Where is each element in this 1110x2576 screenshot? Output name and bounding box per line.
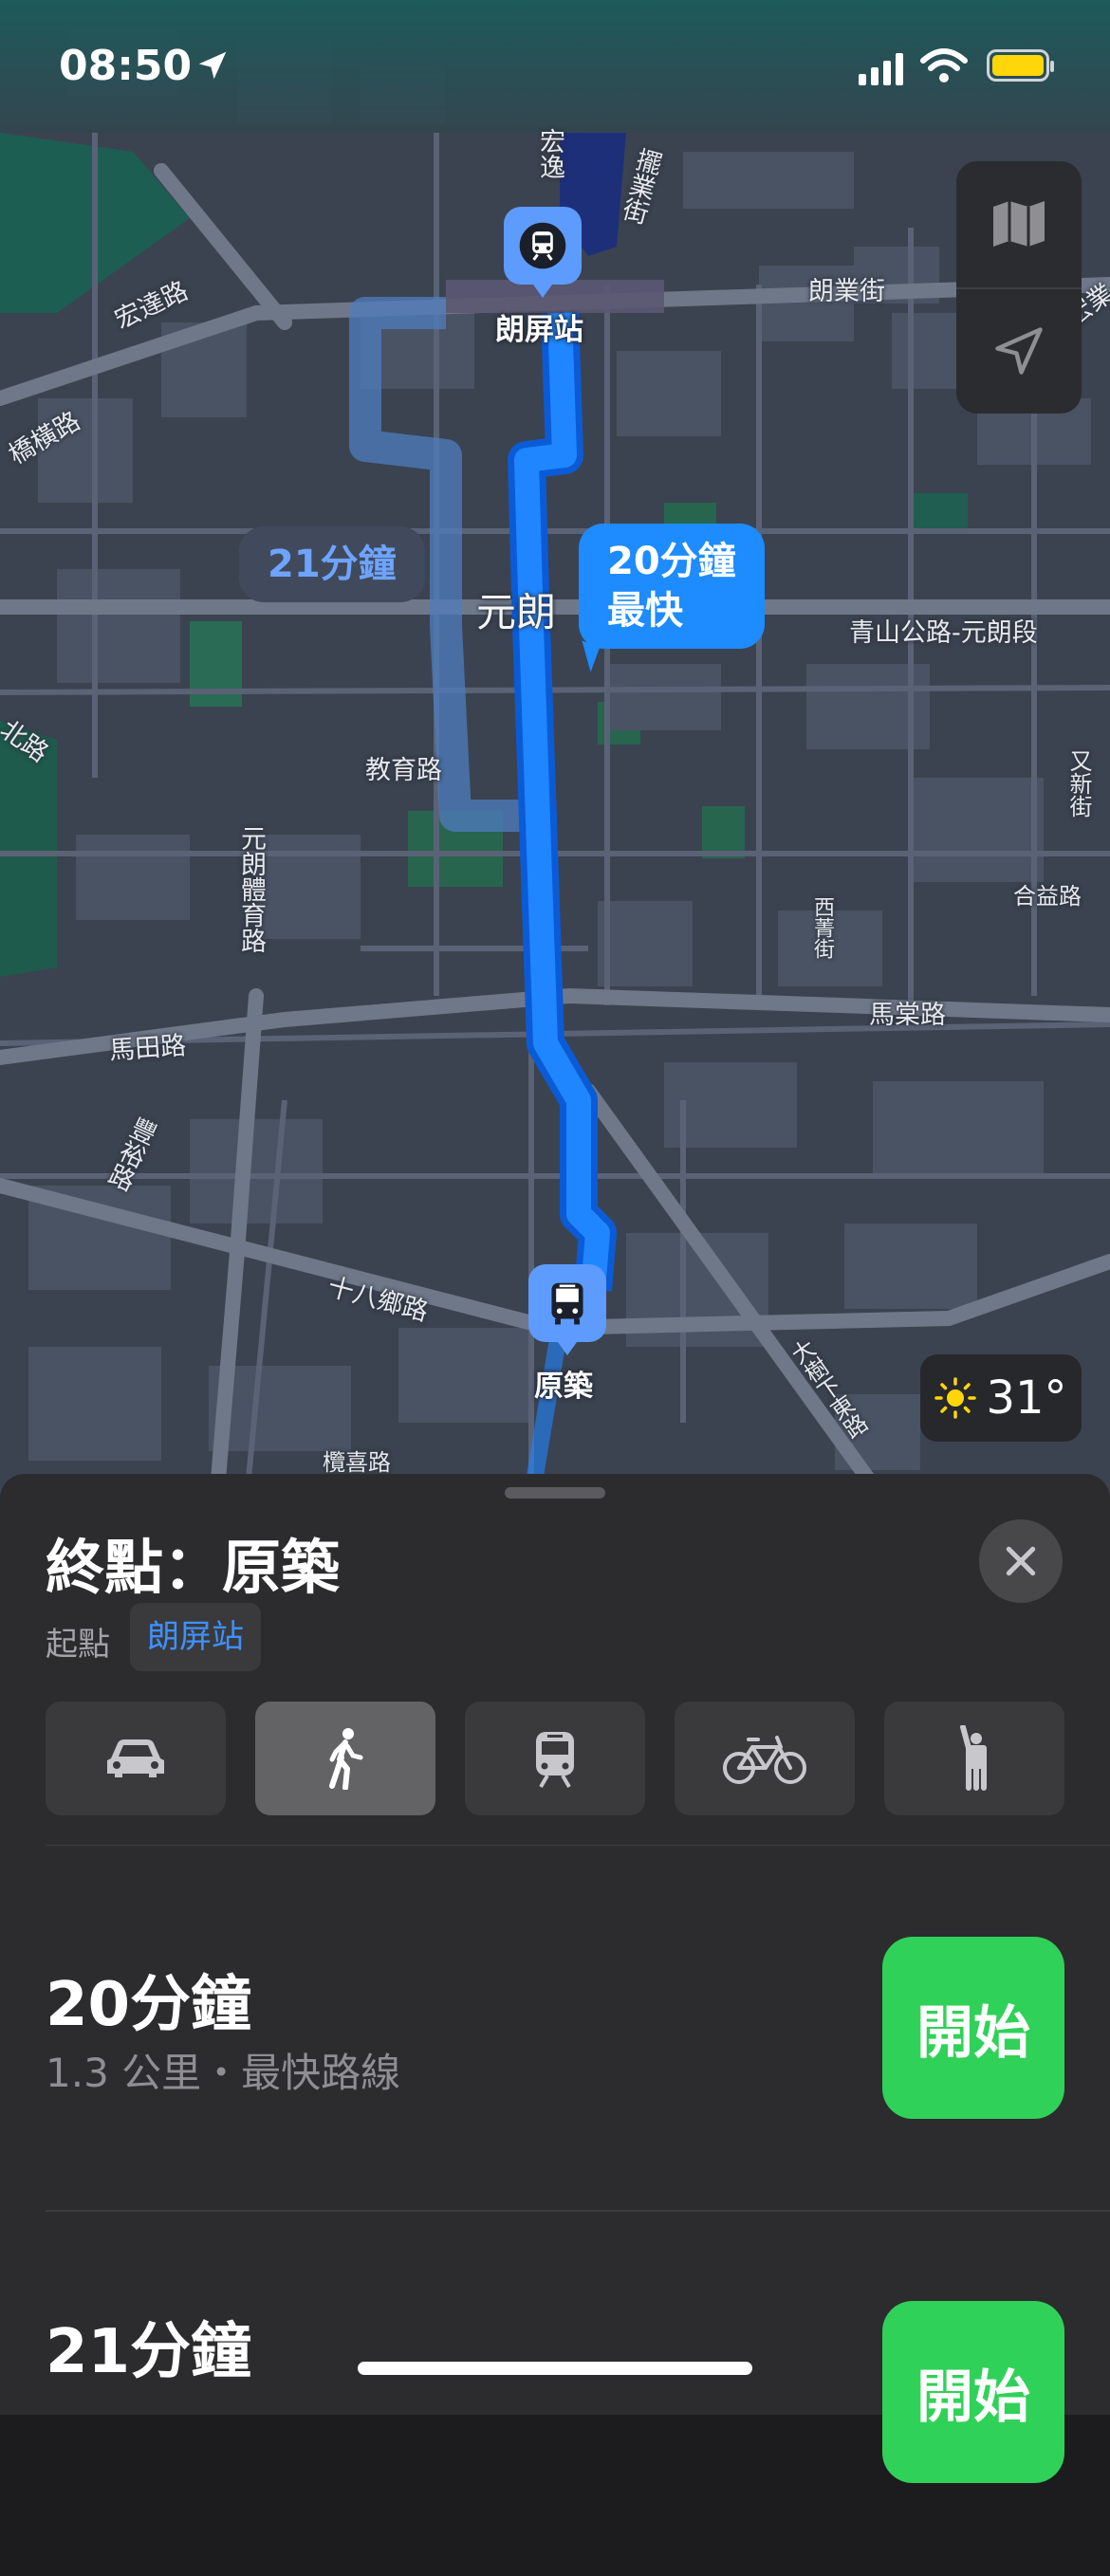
map-view[interactable]: 08:50 宏達路 宏逸 擺業街 朗業街 宏業 橋橫路 元朗 青山公路-元朗段 … <box>0 0 1110 1499</box>
transport-mode-selector <box>46 1702 1064 1817</box>
route-details: 1.3 公里・最快路線 <box>46 2050 401 2096</box>
fastest-route-time: 20分鐘 <box>607 540 736 583</box>
walk-icon <box>329 1728 363 1790</box>
close-button[interactable] <box>979 1519 1063 1603</box>
car-icon <box>107 1739 164 1777</box>
fastest-route-note: 最快 <box>607 589 683 633</box>
mode-rideshare-button[interactable] <box>884 1702 1064 1815</box>
route-list: 20分鐘 1.3 公里・最快路線 開始 21分鐘 開始 <box>0 1846 1110 2483</box>
origin-field[interactable]: 朗屏站 <box>130 1603 261 1671</box>
map-label-district: 元朗 <box>476 589 557 635</box>
map-label: 合益路 <box>1013 883 1082 910</box>
map-label: 教育路 <box>365 756 442 785</box>
weather-badge: 31° <box>920 1354 1082 1442</box>
route-duration: 20分鐘 <box>46 1970 252 2040</box>
start-station-label: 朗屏站 <box>495 313 583 347</box>
start-station-pin[interactable] <box>504 207 582 298</box>
origin-label: 起點 <box>46 1626 110 1664</box>
map-controls <box>956 161 1082 414</box>
home-indicator[interactable] <box>358 2362 752 2375</box>
start-route-button[interactable]: 開始 <box>882 2301 1064 2483</box>
map-label: 青山公路-元朗段 <box>849 618 1038 648</box>
map-label: 馬田路 <box>108 1031 188 1066</box>
map-label: 馬棠路 <box>869 1001 946 1030</box>
train-icon <box>519 222 566 269</box>
location-arrow-icon <box>995 327 1043 375</box>
mode-transit-button[interactable] <box>465 1702 645 1815</box>
map-label: 宏逸 <box>535 128 564 179</box>
destination-stop-label: 原築 <box>534 1370 593 1404</box>
map-mode-button[interactable] <box>956 161 1082 286</box>
route-option[interactable]: 21分鐘 開始 <box>0 2212 1110 2576</box>
battery-icon <box>987 49 1054 82</box>
status-time: 08:50 <box>59 42 193 90</box>
directions-sheet: 終點：原築 起點 朗屏站 20分鐘 1.3 公里・最快路線 開始 21分鐘 開始 <box>0 1474 1110 2483</box>
rideshare-icon <box>960 1725 987 1791</box>
bicycle-icon <box>723 1736 806 1784</box>
fastest-route-bubble[interactable]: 20分鐘 最快 <box>579 524 765 649</box>
close-icon <box>1006 1546 1036 1576</box>
start-route-button[interactable]: 開始 <box>882 1937 1064 2119</box>
destination-title: 終點：原築 <box>46 1533 341 1602</box>
map-label: 元朗體育路 <box>236 825 266 953</box>
alternate-route-bubble[interactable]: 21分鐘 <box>239 526 425 602</box>
sun-icon <box>934 1377 977 1419</box>
locate-me-button[interactable] <box>956 288 1082 414</box>
map-label: 又新街 <box>1065 749 1092 818</box>
map-label: 朗業街 <box>808 277 885 306</box>
map-label: 西菁街 <box>810 896 834 959</box>
map-icon <box>993 201 1045 247</box>
destination-stop-pin[interactable] <box>528 1264 606 1355</box>
cellular-signal-icon <box>859 53 903 85</box>
mode-walk-button[interactable] <box>255 1702 435 1815</box>
transit-icon <box>536 1732 574 1789</box>
map-label: 欖喜路 <box>323 1449 391 1476</box>
route-duration: 21分鐘 <box>46 2317 252 2387</box>
mode-cycle-button[interactable] <box>675 1702 855 1815</box>
wifi-icon <box>920 48 968 83</box>
temperature: 31° <box>986 1371 1067 1425</box>
route-option[interactable]: 20分鐘 1.3 公里・最快路線 開始 <box>0 1846 1110 2210</box>
location-services-icon <box>198 51 227 80</box>
bus-icon <box>551 1282 583 1325</box>
mode-drive-button[interactable] <box>46 1702 226 1815</box>
sheet-grabber[interactable] <box>505 1487 605 1499</box>
